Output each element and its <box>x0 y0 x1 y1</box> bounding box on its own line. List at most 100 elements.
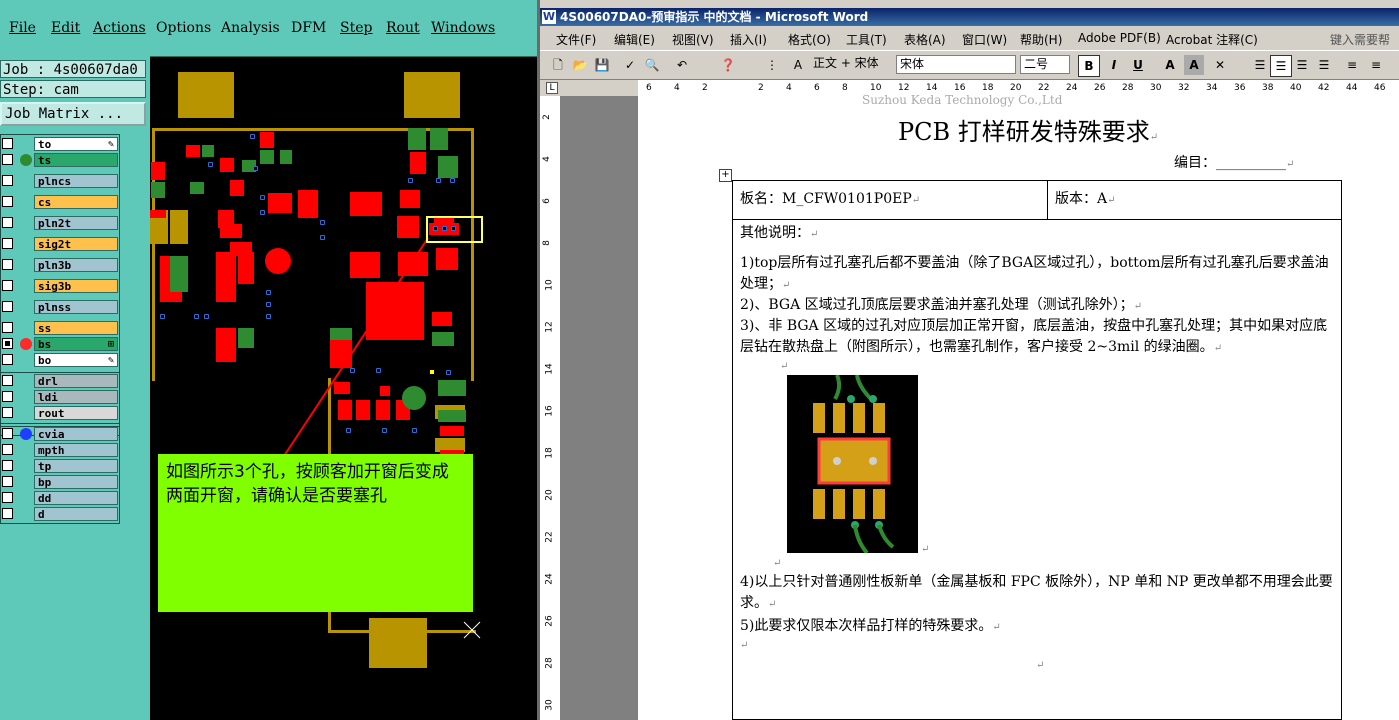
open-icon[interactable]: 📂 <box>570 55 590 75</box>
underline-button[interactable]: U <box>1128 55 1148 75</box>
align-left-icon[interactable]: ☰ <box>1250 55 1270 75</box>
layer-checkbox[interactable] <box>2 280 13 291</box>
char-shading-icon[interactable]: A <box>1184 55 1204 75</box>
layer-name[interactable]: dd <box>34 491 118 505</box>
layer-name[interactable]: bp <box>34 475 118 489</box>
requirement-4[interactable]: 4)以上只针对普通刚性板新单（金属基板和 FPC 板除外），NP 单和 NP 更… <box>740 572 1340 615</box>
char-scale-icon[interactable]: ✕ <box>1210 55 1230 75</box>
word-menu-item[interactable]: 文件(F) <box>556 31 596 48</box>
requirement-3[interactable]: 3)、非 BGA 区域的过孔对应顶层加正常开窗，底层盖油，按盘中孔塞孔处理；其中… <box>740 316 1340 359</box>
layer-row-to[interactable]: to ✎ <box>2 137 118 152</box>
bold-button[interactable]: B <box>1078 55 1100 77</box>
char-border-icon[interactable]: A <box>1160 55 1180 75</box>
requirement-5[interactable]: 5)此要求仅限本次样品打样的特殊要求。↵ <box>740 615 1001 635</box>
layer-row-plncs[interactable]: plncs <box>2 174 118 189</box>
layer-checkbox[interactable] <box>2 238 13 249</box>
layer-name[interactable]: tp <box>34 459 118 473</box>
layer-checkbox[interactable] <box>2 428 13 439</box>
italic-button[interactable]: I <box>1104 55 1124 75</box>
layer-row-cvia[interactable]: cvia <box>2 427 118 442</box>
layer-checkbox[interactable] <box>2 301 13 312</box>
menu-rout[interactable]: Rout <box>386 20 420 36</box>
requirement-1[interactable]: 1)top层所有过孔塞孔后都不要盖油（除了BGA区域过孔），bottom层所有过… <box>740 253 1336 296</box>
menu-step[interactable]: Step <box>340 20 372 36</box>
layer-checkbox[interactable] <box>2 354 13 365</box>
layer-checkbox[interactable] <box>2 375 13 386</box>
undo-icon[interactable]: ↶ <box>672 55 692 75</box>
table-move-handle-icon[interactable]: + <box>719 169 732 182</box>
layer-checkbox[interactable] <box>2 217 13 228</box>
menu-analysis[interactable]: Analysis <box>221 20 280 36</box>
style-select[interactable]: 正文 + 宋体 <box>810 55 890 74</box>
layer-row-sig2t[interactable]: sig2t <box>2 237 118 252</box>
layer-checkbox[interactable] <box>2 460 13 471</box>
bullets-icon[interactable]: ≡ <box>1366 55 1386 75</box>
layer-name[interactable]: sig2t <box>34 237 118 251</box>
layer-row-bo[interactable]: bo ✎ <box>2 353 118 368</box>
layer-name[interactable]: drl <box>34 374 118 388</box>
word-menu-item[interactable]: 表格(A) <box>904 31 946 48</box>
new-doc-icon[interactable]: 🗋 <box>548 55 568 75</box>
layer-row-drl[interactable]: drl <box>2 374 118 389</box>
layer-row-sig3b[interactable]: sig3b <box>2 279 118 294</box>
layer-checkbox[interactable] <box>2 391 13 402</box>
layer-name[interactable]: d <box>34 507 118 521</box>
spellcheck-icon[interactable]: ✓ <box>620 55 640 75</box>
save-icon[interactable]: 💾 <box>592 55 612 75</box>
word-menu-item[interactable]: Acrobat 注释(C) <box>1166 31 1258 48</box>
layer-row-pln3b[interactable]: pln3b <box>2 258 118 273</box>
menu-windows[interactable]: Windows <box>431 20 495 36</box>
pcb-graphic-view[interactable] <box>150 70 537 720</box>
word-menu-item[interactable]: 帮助(H) <box>1020 31 1062 48</box>
layer-name[interactable]: to ✎ <box>34 137 118 151</box>
layer-row-rout[interactable]: rout <box>2 406 118 421</box>
layer-checkbox[interactable] <box>2 338 13 349</box>
layer-row-ss[interactable]: ss <box>2 321 118 336</box>
number-field[interactable]: 编目：__________↵ <box>1174 152 1294 172</box>
layer-name[interactable]: cvia <box>34 427 118 441</box>
layer-name[interactable]: ss <box>34 321 118 335</box>
layer-row-plnss[interactable]: plnss <box>2 300 118 315</box>
toolbar-grip-icon[interactable]: ⋮ <box>762 55 782 75</box>
styles-icon[interactable]: A <box>788 55 808 75</box>
layer-checkbox[interactable] <box>2 196 13 207</box>
layer-checkbox[interactable] <box>2 259 13 270</box>
word-menu-item[interactable]: 窗口(W) <box>962 31 1007 48</box>
layer-name[interactable]: cs <box>34 195 118 209</box>
layer-name[interactable]: bs ⊞ <box>34 337 118 351</box>
layer-name[interactable]: ts <box>34 153 118 167</box>
size-select[interactable]: 二号 <box>1020 55 1070 74</box>
numbering-icon[interactable]: ≡ <box>1342 55 1362 75</box>
layer-row-tp[interactable]: tp <box>2 459 118 474</box>
version-cell[interactable]: 版本：A↵ <box>1055 188 1116 208</box>
menu-actions[interactable]: Actions <box>93 20 146 36</box>
layer-checkbox[interactable] <box>2 175 13 186</box>
word-menu-item[interactable]: 插入(I) <box>730 31 767 48</box>
layer-name[interactable]: ldi <box>34 390 118 404</box>
justify-icon[interactable]: ☰ <box>1314 55 1334 75</box>
layer-name[interactable]: pln2t <box>34 216 118 230</box>
layer-row-bs[interactable]: bs ⊞ <box>2 337 118 352</box>
research-icon[interactable]: 🔍 <box>642 55 662 75</box>
menu-edit[interactable]: Edit <box>51 20 80 36</box>
word-menu-item[interactable]: 编辑(E) <box>614 31 655 48</box>
layer-checkbox[interactable] <box>2 492 13 503</box>
vertical-ruler[interactable]: 2 4 6 8 10 12 14 16 18 20 22 24 26 28 30 <box>540 96 561 720</box>
layer-row-ldi[interactable]: ldi <box>2 390 118 405</box>
tab-stop-icon[interactable]: L <box>546 82 558 94</box>
layer-checkbox[interactable] <box>2 407 13 418</box>
word-menu-item[interactable]: 格式(O) <box>788 31 831 48</box>
layer-name[interactable]: plncs <box>34 174 118 188</box>
layer-checkbox[interactable] <box>2 476 13 487</box>
board-name-cell[interactable]: 板名：M_CFW0101P0EP↵ <box>740 188 920 208</box>
align-center-icon[interactable]: ☰ <box>1270 55 1292 77</box>
layer-checkbox[interactable] <box>2 322 13 333</box>
layer-row-mpth[interactable]: mpth <box>2 443 118 458</box>
layer-row-ts[interactable]: ts <box>2 153 118 168</box>
layer-row-cs[interactable]: cs <box>2 195 118 210</box>
layer-checkbox[interactable] <box>2 444 13 455</box>
layer-name[interactable]: rout <box>34 406 118 420</box>
menu-options[interactable]: Options <box>156 20 211 36</box>
font-select[interactable]: 宋体 <box>896 55 1016 74</box>
align-right-icon[interactable]: ☰ <box>1292 55 1312 75</box>
